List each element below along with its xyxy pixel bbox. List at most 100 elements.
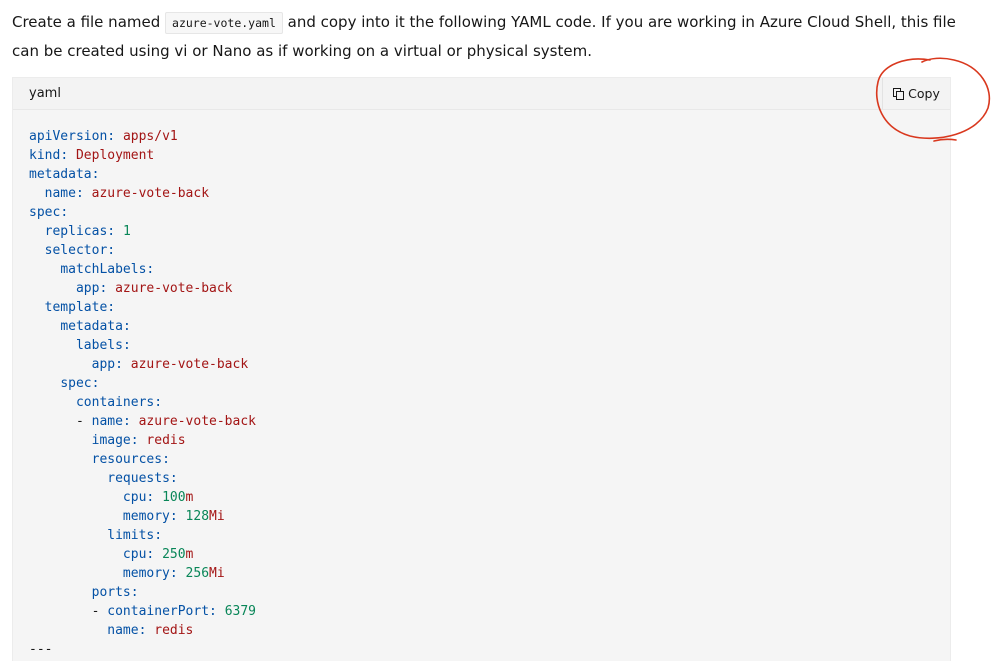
copy-label: Copy	[908, 86, 940, 101]
language-label: yaml	[29, 86, 61, 101]
code-line: replicas: 1	[29, 224, 131, 239]
yaml-key: memory	[122, 566, 170, 581]
yaml-key: metadata	[60, 319, 123, 334]
intro-text-before: Create a file named	[12, 13, 166, 31]
yaml-key: name	[91, 414, 123, 429]
code-line: - containerPort: 6379	[29, 604, 256, 619]
code-line: cpu: 100m	[29, 490, 193, 505]
code-line: spec:	[29, 205, 68, 220]
yaml-key: name	[44, 186, 76, 201]
yaml-key: app	[91, 357, 116, 372]
yaml-colon: :	[107, 129, 116, 144]
yaml-colon: :	[60, 148, 69, 163]
yaml-colon: :	[99, 281, 108, 296]
code-line: spec:	[29, 376, 99, 391]
code-block: yaml Copy apiVersion: apps/v1 kind: Depl…	[12, 77, 951, 661]
yaml-key: spec	[29, 205, 61, 220]
yaml-value: redis	[154, 623, 194, 638]
yaml-colon: :	[154, 528, 163, 543]
yaml-key: matchLabels	[60, 262, 147, 277]
yaml-separator: ---	[29, 642, 53, 657]
yaml-unit: Mi	[209, 509, 225, 524]
yaml-colon: :	[107, 300, 116, 315]
code-line: memory: 128Mi	[29, 509, 225, 524]
yaml-colon: :	[60, 205, 69, 220]
yaml-key: name	[107, 623, 139, 638]
code-line: limits:	[29, 528, 162, 543]
code-line: name: azure-vote-back	[29, 186, 209, 201]
yaml-colon: :	[146, 547, 155, 562]
code-line: resources:	[29, 452, 170, 467]
yaml-key: cpu	[122, 490, 147, 505]
code-line: template:	[29, 300, 115, 315]
yaml-key: limits	[107, 528, 155, 543]
yaml-key: resources	[91, 452, 163, 467]
yaml-colon: :	[146, 490, 155, 505]
yaml-colon: :	[122, 338, 131, 353]
yaml-colon: :	[130, 585, 139, 600]
yaml-colon: :	[169, 509, 178, 524]
yaml-colon: :	[107, 224, 116, 239]
yaml-unit: m	[185, 547, 194, 562]
copy-icon	[893, 87, 905, 100]
yaml-value: azure-vote-back	[115, 281, 233, 296]
copy-button[interactable]: Copy	[882, 78, 950, 109]
code-line: apiVersion: apps/v1	[29, 129, 178, 144]
yaml-number: 128	[185, 509, 210, 524]
yaml-key: apiVersion	[29, 129, 108, 144]
code-line: kind: Deployment	[29, 148, 154, 163]
yaml-key: requests	[107, 471, 170, 486]
code-line: selector:	[29, 243, 115, 258]
yaml-unit: Mi	[209, 566, 225, 581]
yaml-key: ports	[91, 585, 131, 600]
list-dash: -	[75, 414, 92, 429]
yaml-value: apps/v1	[122, 129, 178, 144]
code-line: containers:	[29, 395, 162, 410]
yaml-colon: :	[91, 167, 100, 182]
yaml-key: cpu	[122, 547, 147, 562]
code-line: ports:	[29, 585, 139, 600]
yaml-colon: :	[122, 414, 131, 429]
yaml-key: spec	[60, 376, 92, 391]
yaml-colon: :	[122, 319, 131, 334]
yaml-key: template	[44, 300, 108, 315]
code-line: app: azure-vote-back	[29, 281, 233, 296]
yaml-colon: :	[130, 433, 139, 448]
code-line: memory: 256Mi	[29, 566, 225, 581]
yaml-colon: :	[209, 604, 217, 619]
list-dash: -	[91, 604, 108, 619]
yaml-number: 6379	[224, 604, 256, 619]
yaml-key: replicas	[44, 224, 108, 239]
code-line: metadata:	[29, 319, 131, 334]
code-line: app: azure-vote-back	[29, 357, 249, 372]
intro-paragraph: Create a file named azure-vote.yaml and …	[12, 8, 972, 65]
code-header: yaml Copy	[13, 78, 950, 110]
yaml-number: 1	[122, 224, 131, 239]
yaml-value: azure-vote-back	[130, 357, 249, 372]
yaml-key: metadata	[29, 167, 92, 182]
yaml-number: 250	[162, 547, 186, 562]
yaml-key: app	[75, 281, 100, 296]
yaml-value: azure-vote-back	[138, 414, 256, 429]
code-line: matchLabels:	[29, 262, 154, 277]
yaml-key: image	[91, 433, 131, 448]
yaml-value: Deployment	[75, 148, 155, 163]
filename-inline-code: azure-vote.yaml	[165, 12, 283, 34]
yaml-key: memory	[122, 509, 170, 524]
yaml-key: containers	[75, 395, 155, 410]
yaml-colon: :	[169, 566, 178, 581]
code-line: - name: azure-vote-back	[29, 414, 256, 429]
code-line: name: redis	[29, 623, 193, 638]
yaml-key: selector	[44, 243, 108, 258]
yaml-colon: :	[107, 243, 116, 258]
yaml-key: containerPort	[107, 604, 210, 619]
yaml-colon: :	[138, 623, 147, 638]
yaml-colon: :	[154, 395, 163, 410]
yaml-value: azure-vote-back	[91, 186, 210, 201]
yaml-key: labels	[75, 338, 123, 353]
yaml-value: redis	[146, 433, 186, 448]
yaml-colon: :	[146, 262, 155, 277]
yaml-colon: :	[91, 376, 100, 391]
yaml-colon: :	[162, 452, 170, 467]
code-line: cpu: 250m	[29, 547, 193, 562]
